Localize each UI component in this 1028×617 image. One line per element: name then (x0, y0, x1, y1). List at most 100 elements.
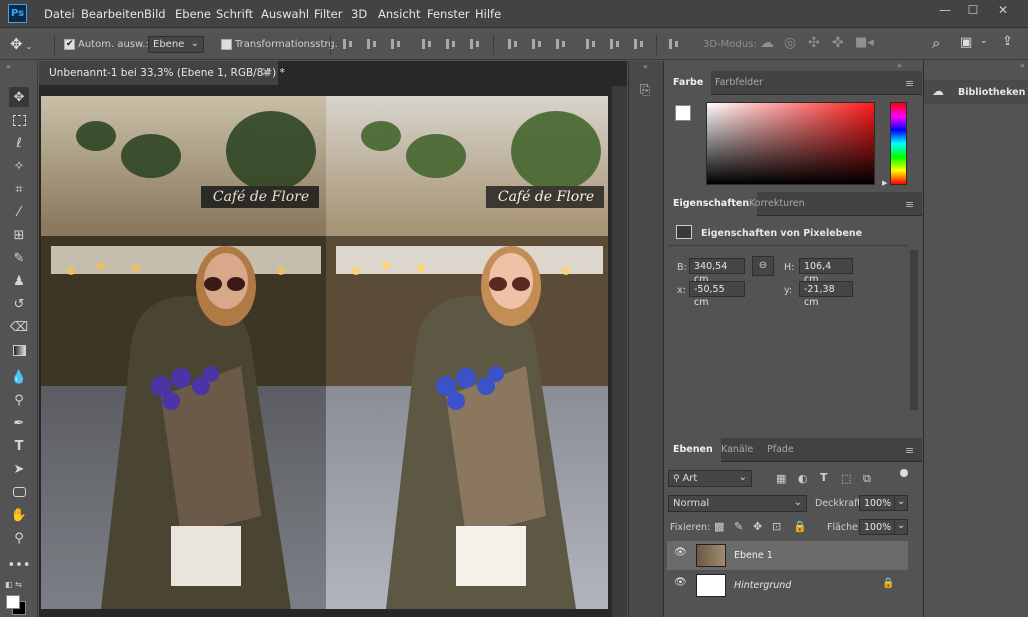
dodge-tool-icon[interactable]: ⚲ (9, 390, 29, 410)
3d-roll-icon[interactable]: ◎ (784, 35, 796, 51)
search-icon[interactable]: ⌕ (932, 34, 940, 52)
magic-wand-tool-icon[interactable]: ✧ (9, 156, 29, 176)
menu-3d[interactable]: 3D (351, 7, 367, 21)
opacity-field[interactable]: 100% (859, 495, 895, 511)
panel-menu-icon[interactable]: ≡ (905, 444, 914, 457)
vertical-scrollbar[interactable] (612, 86, 627, 617)
chevron-down-icon[interactable]: ⌄ (894, 519, 908, 535)
width-field[interactable]: 340,54 cm (689, 258, 745, 285)
filter-pixel-icon[interactable]: ▦ (776, 472, 786, 485)
document-tab[interactable]: Unbenannt-1 bei 33,3% (Ebene 1, RGB/8#) … (39, 61, 285, 85)
distribute-hcenter-icon[interactable] (608, 38, 622, 50)
hue-slider[interactable] (890, 102, 907, 185)
close-icon[interactable]: ✕ (988, 0, 1018, 20)
layer-row[interactable]: 👁 Hintergrund 🔒 (667, 571, 908, 600)
maximize-icon[interactable]: ☐ (958, 0, 988, 20)
menu-bearbeiten[interactable]: Bearbeiten (81, 7, 144, 21)
minimize-icon[interactable]: — (930, 0, 960, 20)
link-icon[interactable]: ⊖ (752, 256, 774, 276)
brush-tool-icon[interactable]: ✎ (9, 248, 29, 268)
tab-farbfelder[interactable]: Farbfelder (707, 71, 771, 95)
rectangle-tool-icon[interactable] (9, 482, 29, 502)
auto-select-checkbox[interactable] (64, 39, 75, 50)
eraser-tool-icon[interactable]: ⌫ (9, 317, 29, 337)
hue-slider-handle[interactable]: ▶ (882, 179, 887, 187)
panel-menu-icon[interactable]: ≡ (905, 198, 914, 211)
tab-korrekturen[interactable]: Korrekturen (741, 192, 813, 216)
more-tools-icon[interactable]: ••• (8, 555, 31, 575)
lasso-tool-icon[interactable]: ℓ (9, 133, 29, 153)
menu-ebene[interactable]: Ebene (175, 7, 211, 21)
gradient-tool-icon[interactable] (9, 340, 29, 360)
stamp-tool-icon[interactable]: ♟ (9, 271, 29, 291)
properties-scrollbar[interactable] (910, 250, 918, 410)
foreground-color-swatch[interactable] (675, 105, 691, 121)
lock-artboard-icon[interactable]: ⊡ (772, 520, 781, 533)
menu-auswahl[interactable]: Auswahl (261, 7, 309, 21)
filter-shape-icon[interactable]: ⬚ (841, 472, 851, 485)
menu-ansicht[interactable]: Ansicht (378, 7, 420, 21)
lock-all-icon[interactable]: 🔒 (793, 520, 807, 533)
canvas[interactable]: Café de Flore Café de Flore (41, 96, 608, 609)
pen-tool-icon[interactable]: ✒ (9, 413, 29, 433)
tab-kanaele[interactable]: Kanäle (713, 438, 761, 462)
panel-menu-icon[interactable]: ≡ (905, 77, 914, 90)
color-field[interactable] (706, 102, 875, 185)
collapse-icon[interactable]: » (6, 62, 11, 71)
foreground-color-swatch[interactable] (6, 595, 20, 609)
menu-filter[interactable]: Filter (314, 7, 342, 21)
workspace-icon[interactable]: ▣ (960, 35, 972, 50)
collapse-icon[interactable]: « (897, 61, 902, 70)
move-tool-icon[interactable]: ✥ (9, 87, 29, 107)
hand-tool-icon[interactable]: ✋ (9, 505, 29, 525)
distribute-top-icon[interactable] (506, 38, 520, 50)
menu-hilfe[interactable]: Hilfe (475, 7, 501, 21)
filter-adjustment-icon[interactable]: ◐ (798, 472, 808, 485)
blur-tool-icon[interactable]: 💧 (9, 367, 29, 387)
collapse-icon[interactable]: « (643, 62, 648, 71)
marquee-tool-icon[interactable] (9, 110, 29, 130)
distribute-vcenter-icon[interactable] (530, 38, 544, 50)
align-top-icon[interactable] (341, 38, 355, 50)
align-vcenter-icon[interactable] (365, 38, 379, 50)
3d-orbit-icon[interactable]: ☁ (760, 35, 774, 51)
eye-icon[interactable]: 👁 (674, 577, 688, 588)
filter-smart-object-icon[interactable]: ⧉ (863, 472, 871, 486)
chevron-down-icon[interactable]: ⌄ (980, 36, 988, 46)
chevron-down-icon[interactable]: ⌄ (894, 495, 908, 511)
type-tool-icon[interactable]: T (9, 436, 29, 456)
blend-mode-dropdown[interactable]: Normal ⌄ (668, 495, 807, 512)
path-selection-tool-icon[interactable]: ➤ (9, 459, 29, 479)
history-brush-tool-icon[interactable]: ↺ (9, 294, 29, 314)
eye-icon[interactable]: 👁 (674, 547, 688, 558)
lock-transparent-icon[interactable]: ▩ (714, 520, 724, 533)
move-tool-preset-icon[interactable]: ✥ ⌄ (10, 35, 40, 55)
distribute-bottom-icon[interactable] (554, 38, 568, 50)
zoom-tool-icon[interactable]: ⚲ (9, 528, 29, 548)
distribute-left-icon[interactable] (584, 38, 598, 50)
distribute-right-icon[interactable] (632, 38, 646, 50)
3d-slide-icon[interactable]: ✜ (832, 35, 844, 51)
close-icon[interactable]: ✕ (261, 65, 271, 79)
3d-pan-icon[interactable]: ✣ (808, 35, 820, 51)
healing-brush-tool-icon[interactable]: ⊞ (9, 225, 29, 245)
menu-schrift[interactable]: Schrift (216, 7, 253, 21)
tab-farbe[interactable]: Farbe (665, 71, 712, 95)
libraries-button[interactable]: ☁ Bibliotheken (924, 80, 1028, 104)
fill-field[interactable]: 100% (859, 519, 895, 535)
x-field[interactable]: -50,55 cm (689, 281, 745, 308)
menu-bild[interactable]: Bild (144, 7, 166, 21)
auto-select-dropdown[interactable]: Ebene ⌄ (148, 36, 204, 53)
history-panel-icon[interactable]: ⎘ (640, 83, 650, 98)
transform-controls-checkbox[interactable] (221, 39, 232, 50)
height-field[interactable]: 106,4 cm (799, 258, 853, 285)
lock-position-icon[interactable]: ✥ (753, 520, 762, 533)
menu-fenster[interactable]: Fenster (427, 7, 470, 21)
align-left-icon[interactable] (420, 38, 434, 50)
tab-pfade[interactable]: Pfade (759, 438, 802, 462)
filter-toggle-icon[interactable] (900, 469, 908, 477)
share-icon[interactable]: ⇪ (1002, 34, 1013, 49)
y-field[interactable]: -21,38 cm (799, 281, 853, 308)
lock-image-icon[interactable]: ✎ (734, 520, 743, 533)
expand-icon[interactable]: » (924, 61, 1028, 71)
